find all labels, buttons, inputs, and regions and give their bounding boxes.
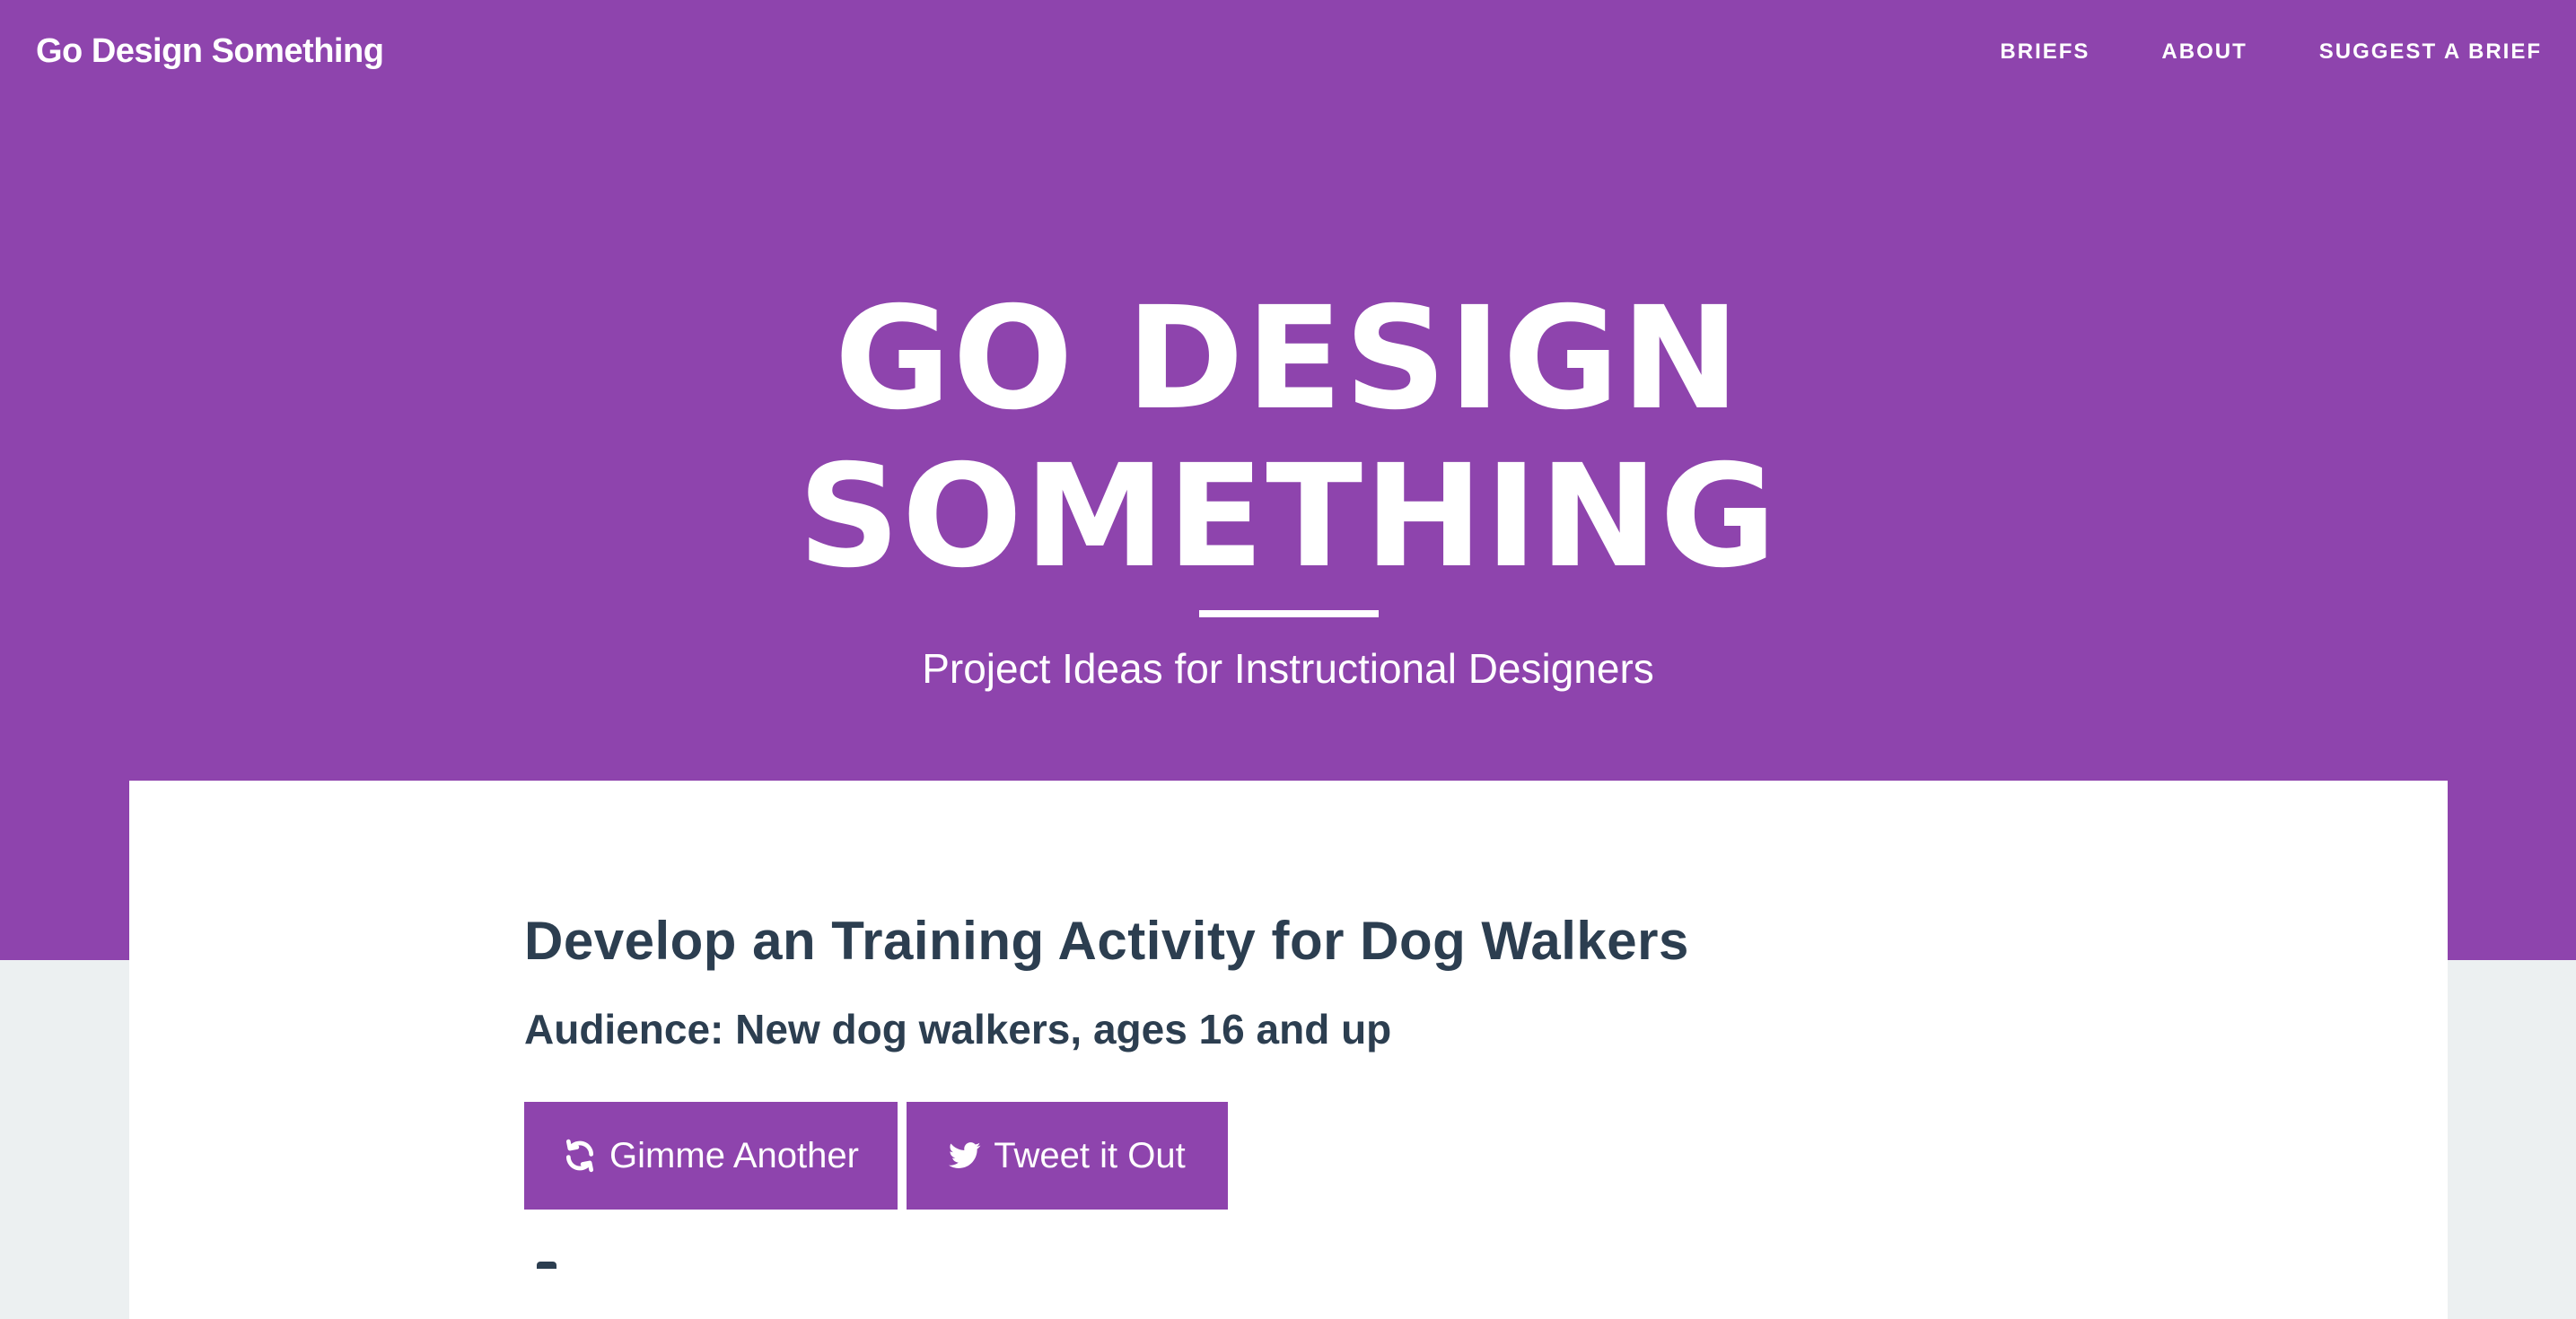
tweet-it-out-label: Tweet it Out: [994, 1135, 1186, 1175]
gimme-another-label: Gimme Another: [609, 1135, 859, 1175]
brief-audience: Audience: New dog walkers, ages 16 and u…: [524, 1006, 1392, 1053]
hero-subtitle: Project Ideas for Instructional Designer…: [922, 645, 1654, 692]
nav-link-suggest-a-brief[interactable]: SUGGEST A BRIEF: [2319, 39, 2542, 65]
hero-divider: [1199, 610, 1379, 617]
nav-link-about[interactable]: ABOUT: [2161, 39, 2247, 65]
gimme-another-button[interactable]: Gimme Another: [524, 1102, 898, 1210]
brief-card: Develop an Training Activity for Dog Wal…: [129, 781, 2448, 1319]
hero-title-line-1: GO DESIGN: [834, 276, 1742, 441]
main-nav: BRIEFS ABOUT SUGGEST A BRIEF: [2000, 39, 2542, 65]
cut-off-content: [537, 1262, 556, 1269]
brand-link[interactable]: Go Design Something: [36, 32, 384, 71]
tweet-it-out-button[interactable]: Tweet it Out: [907, 1102, 1228, 1210]
nav-link-briefs[interactable]: BRIEFS: [2000, 39, 2090, 65]
hero-title: GO DESIGN SOMETHING: [0, 280, 2576, 596]
hero-title-line-2: SOMETHING: [798, 434, 1778, 599]
brief-title: Develop an Training Activity for Dog Wal…: [524, 911, 1689, 971]
refresh-icon: [563, 1139, 597, 1173]
twitter-icon: [949, 1141, 981, 1170]
